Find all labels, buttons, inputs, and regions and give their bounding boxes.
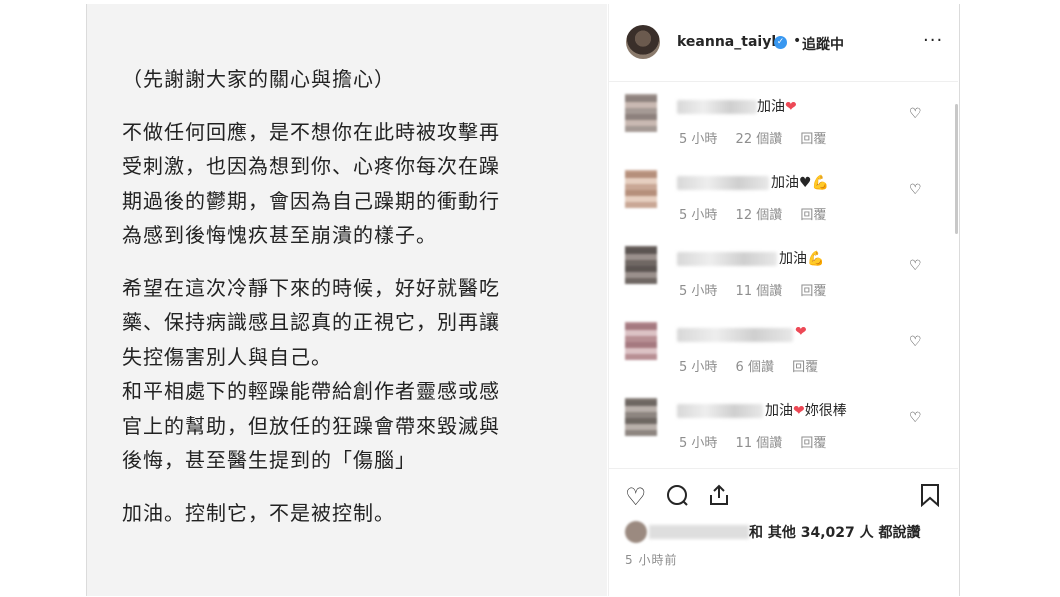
post-line: 後悔，甚至醫生提到的「傷腦」: [122, 448, 416, 472]
blurred-username: [677, 328, 793, 342]
comment-text: 加油❤: [757, 99, 797, 115]
comment-text: 加油💪: [779, 251, 825, 267]
comment-like-heart-icon[interactable]: ♡: [909, 334, 922, 350]
comment-text: 加油♥💪: [771, 175, 829, 191]
comment-meta: 5 小時 22 個讚 回覆: [679, 128, 840, 147]
comment-time: 5 小時: [679, 208, 718, 223]
post-line: 官上的幫助，但放任的狂躁會帶來毀滅與: [122, 413, 500, 438]
heart-icon[interactable]: ♡: [625, 483, 647, 511]
comment-likes[interactable]: 11 個讚: [736, 284, 783, 299]
post-actions: ♡ 和 其他 34,027 人 都說讚 5 小時前: [609, 468, 958, 597]
comment-time: 5 小時: [679, 284, 718, 299]
comment-like-heart-icon[interactable]: ♡: [909, 258, 922, 274]
reply-button[interactable]: 回覆: [792, 360, 818, 375]
blurred-username: [677, 404, 763, 418]
post-timestamp: 5 小時前: [625, 553, 678, 567]
comment-meta: 5 小時 11 個讚 回覆: [679, 280, 840, 299]
post-line: 希望在這次冷靜下來的時候，好好就醫吃: [122, 275, 500, 300]
post-line: 為感到後悔愧疚甚至崩潰的樣子。: [122, 223, 437, 247]
likes-count[interactable]: 和 其他 34,027 人 都說讚: [749, 522, 921, 542]
comment-likes[interactable]: 6 個讚: [736, 360, 774, 375]
comments-list[interactable]: 加油❤ 5 小時 22 個讚 回覆 ♡ 加油♥💪 5 小時 12 個讚 回覆 ♡: [609, 82, 958, 468]
comment-meta: 5 小時 11 個讚 回覆: [679, 432, 840, 451]
heart-emoji-icon: ❤: [795, 324, 807, 340]
bookmark-icon[interactable]: [919, 483, 941, 513]
post-line: 期過後的鬱期，會因為自己躁期的衝動行: [122, 188, 500, 213]
more-options-icon[interactable]: ···: [923, 30, 943, 51]
comment-likes[interactable]: 12 個讚: [736, 208, 783, 223]
comment-item: ❤ 5 小時 6 個讚 回覆 ♡: [609, 310, 958, 386]
separator-dot: •: [793, 33, 802, 49]
post-line: （先謝謝大家的關心與擔心）: [122, 67, 395, 91]
comment-text: ❤: [795, 324, 807, 340]
avatar[interactable]: [625, 170, 657, 208]
comment-item: 加油💪 5 小時 11 個讚 回覆 ♡: [609, 234, 958, 310]
avatar[interactable]: [625, 322, 657, 360]
comment-item: 加油♥💪 5 小時 12 個讚 回覆 ♡: [609, 158, 958, 234]
comment-like-heart-icon[interactable]: ♡: [909, 410, 922, 426]
comment-likes[interactable]: 11 個讚: [736, 436, 783, 451]
comment-like-heart-icon[interactable]: ♡: [909, 182, 922, 198]
comment-meta: 5 小時 12 個讚 回覆: [679, 204, 840, 223]
share-icon[interactable]: [707, 483, 731, 513]
avatar[interactable]: [625, 521, 647, 543]
comment-likes[interactable]: 22 個讚: [736, 132, 783, 147]
muscle-emoji-icon: 💪: [811, 175, 829, 191]
post-line: 加油。控制它，不是被控制。: [122, 500, 395, 525]
comment-icon[interactable]: [665, 483, 689, 513]
comment-item: 加油❤ 5 小時 22 個讚 回覆 ♡: [609, 82, 958, 158]
reply-button[interactable]: 回覆: [800, 208, 826, 223]
avatar[interactable]: [625, 398, 657, 436]
muscle-emoji-icon: 💪: [807, 251, 825, 267]
post-text: （先謝謝大家的關心與擔心） 不做任何回應，是不想你在此時被攻擊再 受刺激，也因為…: [122, 62, 562, 530]
post-line: 受刺激，也因為想到你、心疼你每次在躁: [122, 154, 500, 178]
comment-item: 加油❤妳很棒 5 小時 11 個讚 回覆 ♡: [609, 386, 958, 462]
reply-button[interactable]: 回覆: [800, 284, 826, 299]
username-link[interactable]: keanna_taiyh: [677, 34, 781, 50]
scrollbar[interactable]: [955, 104, 958, 234]
comments-sidebar: keanna_taiyh ✓ • 追蹤中 ··· 加油❤ 5 小時 22 個讚 …: [608, 4, 958, 596]
blurred-username: [677, 176, 769, 190]
following-button[interactable]: 追蹤中: [802, 34, 844, 54]
avatar[interactable]: [625, 246, 657, 284]
blurred-username: [677, 252, 777, 266]
post-line: 藥、保持病識感且認真的正視它，別再讓: [122, 310, 500, 334]
comment-like-heart-icon[interactable]: ♡: [909, 106, 922, 122]
post-header: keanna_taiyh ✓ • 追蹤中 ···: [609, 4, 958, 82]
reply-button[interactable]: 回覆: [800, 436, 826, 451]
comment-time: 5 小時: [679, 132, 718, 147]
heart-emoji-icon: ❤: [785, 99, 797, 115]
reply-button[interactable]: 回覆: [800, 132, 826, 147]
post-line: 不做任何回應，是不想你在此時被攻擊再: [122, 119, 500, 144]
avatar[interactable]: [626, 25, 660, 59]
blurred-username: [677, 100, 757, 114]
comment-meta: 5 小時 6 個讚 回覆: [679, 356, 832, 375]
post-line: 失控傷害別人與自己。: [122, 344, 332, 369]
avatar[interactable]: [625, 94, 657, 132]
heart-emoji-icon: ❤: [793, 403, 805, 419]
comment-time: 5 小時: [679, 436, 718, 451]
comment-text: 加油❤妳很棒: [765, 403, 847, 419]
blurred-username: [649, 525, 749, 539]
post-line: 和平相處下的輕躁能帶給創作者靈感或感: [122, 379, 500, 403]
verified-badge-icon: ✓: [774, 36, 787, 49]
comment-time: 5 小時: [679, 360, 718, 375]
